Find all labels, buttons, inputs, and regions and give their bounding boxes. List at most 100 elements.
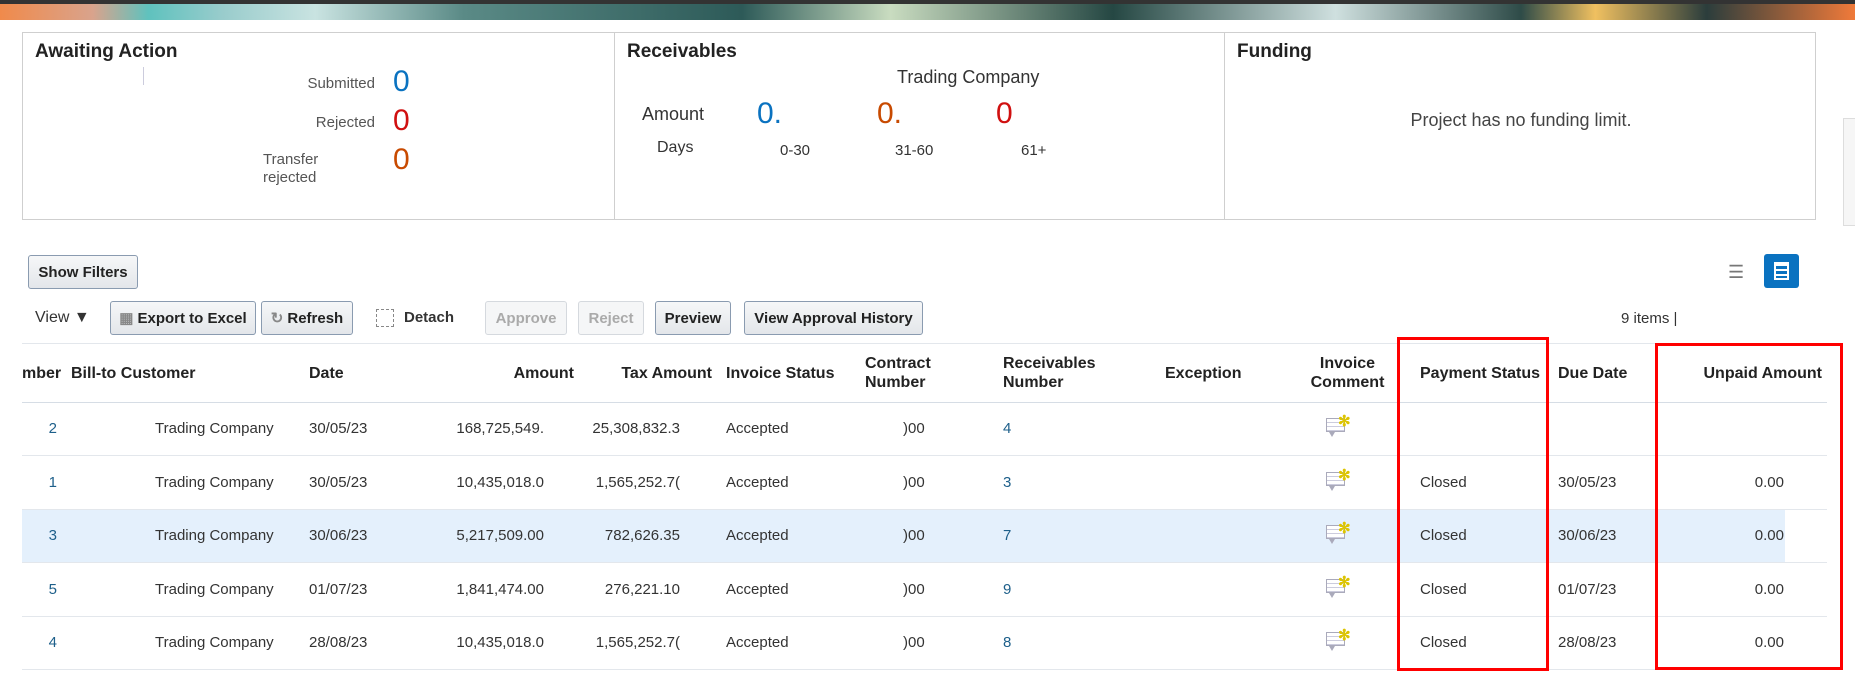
bucket-amount[interactable]: 0. <box>757 97 782 131</box>
cell-amount: 168,725,549. <box>456 420 544 437</box>
table-glyph <box>1774 262 1789 280</box>
amount-label: Amount <box>642 104 705 124</box>
cell-recv[interactable]: 3 <box>1003 474 1011 491</box>
refresh-icon: ↻ <box>270 310 284 327</box>
cell-number[interactable]: 2 <box>22 420 57 437</box>
view-approval-history-button[interactable]: View Approval History <box>744 301 923 335</box>
invoice-comment-icon[interactable]: ✻ <box>1326 627 1351 652</box>
cell-due: 28/08/23 <box>1558 634 1617 651</box>
funding-message: Project has no funding limit. <box>1410 110 1632 130</box>
card-title: Receivables <box>627 41 737 62</box>
list-view-icon[interactable]: ☰ <box>1728 262 1744 283</box>
receivables-card: Receivables Trading Company Amount Days … <box>614 32 1225 220</box>
header-text: Due Date <box>1558 365 1628 382</box>
cell-recv[interactable]: 7 <box>1003 527 1011 544</box>
cell-amount: 1,841,474.00 <box>456 580 544 598</box>
cell-due: 01/07/23 <box>1558 580 1617 598</box>
detach-button[interactable]: Detach <box>376 309 454 327</box>
rejected-count[interactable]: 0 <box>393 104 410 138</box>
cell-date: 30/06/23 <box>309 527 368 544</box>
view-menu[interactable]: View ▼ <box>35 309 90 327</box>
cell-date: 30/05/23 <box>309 473 368 491</box>
cell-contract: )00 <box>903 527 925 544</box>
reject-button[interactable]: Reject <box>578 301 644 335</box>
table-view-icon[interactable] <box>1764 254 1799 288</box>
label-line: rejected <box>263 169 317 186</box>
bucket-days: 61+ <box>1021 142 1047 159</box>
header-text: Comment <box>1310 374 1385 391</box>
view-label: View <box>35 309 70 326</box>
funding-card: Funding Project has no funding limit. <box>1224 32 1816 220</box>
submitted-count[interactable]: 0 <box>393 65 410 99</box>
column-header-amount[interactable]: Amount <box>450 364 574 383</box>
column-header-tax[interactable]: Tax Amount <box>600 364 712 383</box>
divider <box>143 67 144 85</box>
submitted-label: Submitted <box>307 75 375 92</box>
transfer-rejected-count[interactable]: 0 <box>393 143 410 177</box>
cell-tax: 1,565,252.7( <box>595 634 680 651</box>
column-header-number[interactable]: mber <box>22 364 61 383</box>
cell-customer: Trading Company <box>155 420 274 437</box>
column-header-comment[interactable]: Invoice Comment <box>1310 354 1385 392</box>
header-text: Invoice Status <box>726 365 835 382</box>
annotation-box-unpaid-amount <box>1655 343 1843 670</box>
divider <box>22 343 1827 344</box>
bucket-days: 31-60 <box>895 142 934 159</box>
cell-contract: )00 <box>903 473 925 491</box>
cell-customer: Trading Company <box>155 473 274 491</box>
cell-amount: 10,435,018.0 <box>456 634 544 651</box>
column-header-status[interactable]: Invoice Status <box>726 364 834 383</box>
bucket-amount[interactable]: 0. <box>877 97 902 131</box>
invoice-comment-icon[interactable]: ✻ <box>1326 520 1351 545</box>
cell-recv[interactable]: 4 <box>1003 420 1011 437</box>
cell-number[interactable]: 1 <box>22 474 57 491</box>
cell-contract: )00 <box>903 420 925 437</box>
transfer-rejected-label: Transfer rejected <box>263 151 318 187</box>
cell-date: 28/08/23 <box>309 634 368 651</box>
cell-recv[interactable]: 9 <box>1003 581 1011 598</box>
header-banner <box>0 0 1855 20</box>
awaiting-action-card: Awaiting Action Submitted 0 Rejected 0 T… <box>22 32 615 220</box>
cell-number[interactable]: 3 <box>22 527 57 544</box>
cell-status: Accepted <box>726 634 789 651</box>
export-to-excel-button[interactable]: ▦ Export to Excel <box>110 301 256 335</box>
cell-number[interactable]: 4 <box>22 634 57 651</box>
side-panel-handle[interactable] <box>1843 118 1855 226</box>
approve-button[interactable]: Approve <box>485 301 567 335</box>
show-filters-button[interactable]: Show Filters <box>28 255 138 289</box>
button-label: Detach <box>404 309 455 326</box>
column-header-customer[interactable]: Bill-to Customer <box>71 364 195 383</box>
column-header-exception[interactable]: Exception <box>1165 364 1241 383</box>
cell-date: 01/07/23 <box>309 580 368 598</box>
cell-status: Accepted <box>726 527 789 544</box>
cell-tax: 1,565,252.7( <box>595 473 680 491</box>
cell-customer: Trading Company <box>155 527 274 544</box>
header-text: Number <box>1003 374 1064 391</box>
column-header-recv[interactable]: Receivables Number <box>1003 354 1096 392</box>
cell-recv[interactable]: 8 <box>1003 634 1011 651</box>
days-label: Days <box>657 139 694 156</box>
cell-status: Accepted <box>726 420 789 437</box>
header-text: Number <box>865 374 926 391</box>
customer-name: Trading Company <box>897 67 1040 87</box>
column-header-due[interactable]: Due Date <box>1558 364 1627 383</box>
button-label: Export to Excel <box>137 309 247 327</box>
invoice-comment-icon[interactable]: ✻ <box>1326 413 1351 438</box>
cell-tax: 782,626.35 <box>604 527 680 544</box>
column-header-date[interactable]: Date <box>309 364 344 383</box>
header-text: Exception <box>1165 365 1242 382</box>
annotation-box-payment-status <box>1397 337 1549 671</box>
cell-date: 30/05/23 <box>309 420 368 437</box>
column-header-contract[interactable]: Contract Number <box>865 354 931 392</box>
cell-due: 30/05/23 <box>1558 473 1617 491</box>
cell-amount: 5,217,509.00 <box>456 527 544 544</box>
cell-number[interactable]: 5 <box>22 581 57 598</box>
rejected-label: Rejected <box>315 114 375 131</box>
invoice-comment-icon[interactable]: ✻ <box>1326 574 1351 599</box>
refresh-button[interactable]: ↻ Refresh <box>261 301 353 335</box>
button-label: Refresh <box>287 309 344 327</box>
bucket-amount[interactable]: 0 <box>996 97 1013 131</box>
preview-button[interactable]: Preview <box>655 301 731 335</box>
items-count: 9 items | <box>1621 310 1678 327</box>
invoice-comment-icon[interactable]: ✻ <box>1326 467 1351 492</box>
